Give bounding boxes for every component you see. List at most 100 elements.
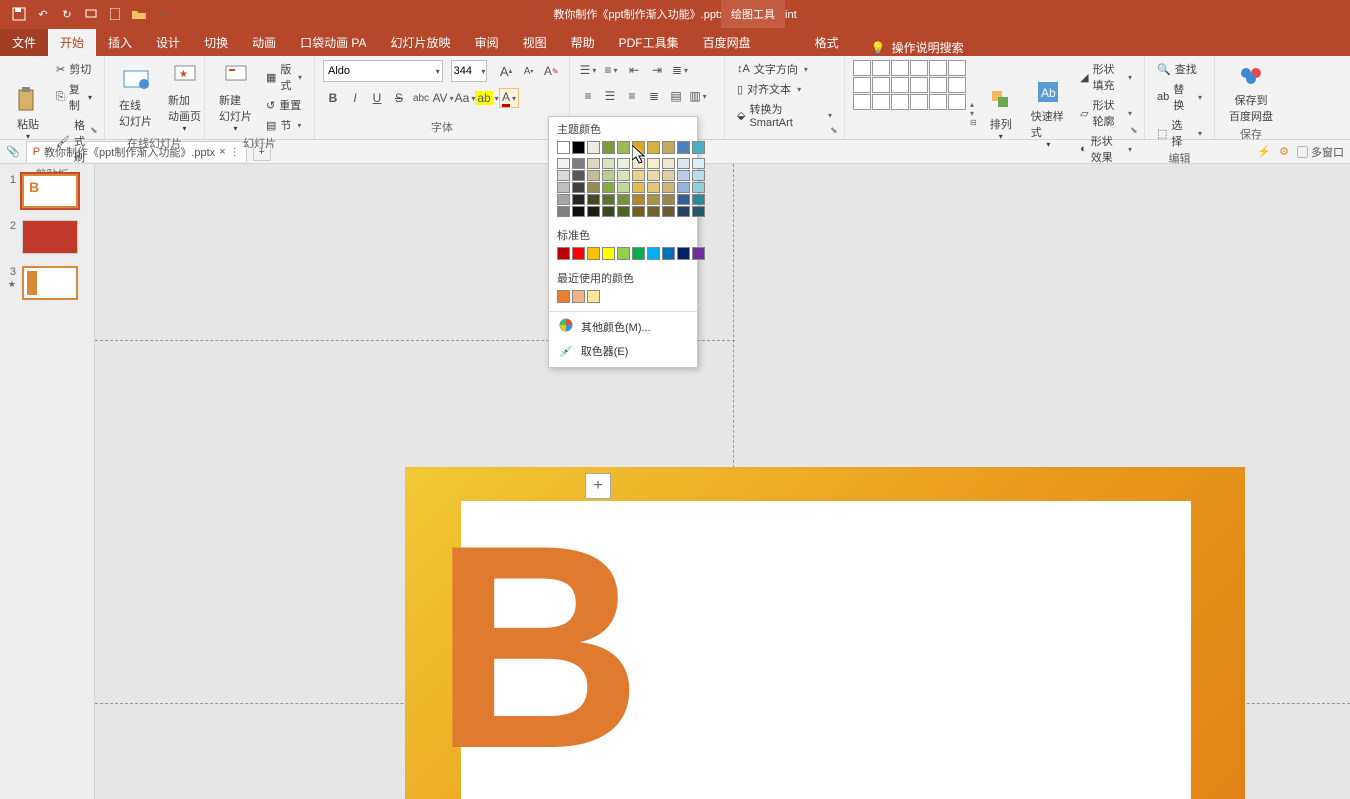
color-swatch[interactable] — [662, 158, 675, 169]
char-spacing-button[interactable]: AV — [433, 88, 453, 108]
clear-formatting-icon[interactable]: A✎ — [541, 61, 561, 81]
shapes-gallery[interactable] — [853, 60, 966, 166]
tab-baidu[interactable]: 百度网盘 — [691, 29, 763, 56]
color-swatch[interactable] — [557, 194, 570, 205]
shapes-scroll-down[interactable]: ▾ — [970, 109, 977, 118]
increase-indent-button[interactable]: ⇥ — [647, 60, 667, 80]
drawing-launcher[interactable]: ⬊ — [1130, 125, 1142, 137]
color-swatch[interactable] — [602, 170, 615, 181]
color-swatch[interactable] — [587, 290, 600, 303]
color-swatch[interactable] — [602, 206, 615, 217]
section-button[interactable]: ▤节 — [262, 116, 306, 134]
line-spacing-button[interactable]: ≣ — [670, 60, 690, 80]
color-swatch[interactable] — [587, 206, 600, 217]
color-swatch[interactable] — [572, 182, 585, 193]
color-swatch[interactable] — [617, 206, 630, 217]
tab-format[interactable]: 格式 — [803, 29, 851, 56]
color-swatch[interactable] — [617, 194, 630, 205]
font-size-dropdown-icon[interactable]: ▾ — [474, 61, 494, 81]
color-swatch[interactable] — [677, 247, 690, 260]
align-right-button[interactable]: ≡ — [622, 86, 642, 106]
strikethrough-button[interactable]: S — [389, 88, 409, 108]
shape-effects-button[interactable]: ◐形状效果 — [1076, 132, 1136, 166]
color-swatch[interactable] — [572, 194, 585, 205]
paragraph-launcher[interactable]: ⬊ — [830, 125, 842, 137]
gear-icon[interactable]: ⚙ — [1279, 145, 1289, 158]
color-swatch[interactable] — [557, 182, 570, 193]
color-swatch[interactable] — [617, 182, 630, 193]
color-swatch[interactable] — [692, 158, 705, 169]
tab-home[interactable]: 开始 — [48, 29, 96, 56]
multi-window-button[interactable]: ▢ 多窗口 — [1297, 144, 1344, 160]
color-swatch[interactable] — [662, 247, 675, 260]
color-swatch[interactable] — [572, 206, 585, 217]
replace-button[interactable]: ab替换 — [1153, 80, 1206, 114]
lightning-icon[interactable]: ⚡ — [1257, 145, 1271, 158]
tab-view[interactable]: 视图 — [511, 29, 559, 56]
color-swatch[interactable] — [692, 247, 705, 260]
justify-button[interactable]: ≣ — [644, 86, 664, 106]
decrease-indent-button[interactable]: ⇤ — [624, 60, 644, 80]
quick-styles-button[interactable]: Ab 快速样式▾ — [1025, 60, 1072, 166]
text-direction-button[interactable]: ↕A文字方向 — [733, 60, 836, 78]
color-swatch[interactable] — [677, 141, 690, 154]
color-swatch[interactable] — [617, 141, 630, 154]
arrange-button[interactable]: 排列▾ — [981, 60, 1021, 166]
color-swatch[interactable] — [557, 247, 570, 260]
thumbnail-3[interactable]: 3★ — [6, 266, 88, 300]
font-name-input[interactable] — [323, 60, 443, 82]
tab-review[interactable]: 审阅 — [463, 29, 511, 56]
open-file-icon[interactable] — [130, 5, 148, 23]
change-case-button[interactable]: Aa — [455, 88, 475, 108]
color-swatch[interactable] — [677, 194, 690, 205]
color-swatch[interactable] — [557, 290, 570, 303]
color-swatch[interactable] — [662, 182, 675, 193]
color-swatch[interactable] — [647, 247, 660, 260]
color-swatch[interactable] — [692, 194, 705, 205]
reset-button[interactable]: ↺重置 — [262, 96, 306, 114]
color-swatch[interactable] — [632, 141, 645, 154]
text-letter[interactable]: B — [433, 539, 642, 757]
eyedropper-button[interactable]: 💉 取色器(E) — [549, 339, 697, 363]
color-swatch[interactable] — [647, 206, 660, 217]
color-swatch[interactable] — [647, 182, 660, 193]
color-swatch[interactable] — [557, 158, 570, 169]
color-swatch[interactable] — [587, 141, 600, 154]
color-swatch[interactable] — [632, 158, 645, 169]
color-swatch[interactable] — [587, 158, 600, 169]
color-swatch[interactable] — [557, 141, 570, 154]
bold-button[interactable]: B — [323, 88, 343, 108]
italic-button[interactable]: I — [345, 88, 365, 108]
color-swatch[interactable] — [632, 247, 645, 260]
shapes-more[interactable]: ⊟ — [970, 118, 977, 127]
tab-pocket-anim[interactable]: 口袋动画 PA — [288, 29, 378, 56]
color-swatch[interactable] — [632, 182, 645, 193]
align-text-button[interactable]: ▯对齐文本 — [733, 80, 836, 98]
color-swatch[interactable] — [677, 206, 690, 217]
color-swatch[interactable] — [572, 158, 585, 169]
decrease-font-icon[interactable]: A▾ — [519, 61, 539, 81]
align-center-button[interactable]: ☰ — [600, 86, 620, 106]
copy-button[interactable]: ⎘复制▾ — [52, 80, 96, 114]
underline-button[interactable]: U — [367, 88, 387, 108]
redo-icon[interactable]: ↻ — [58, 5, 76, 23]
start-slideshow-icon[interactable] — [82, 5, 100, 23]
clipboard-launcher[interactable]: ⬊ — [90, 125, 102, 137]
qat-customize-icon[interactable] — [154, 5, 172, 23]
color-swatch[interactable] — [587, 182, 600, 193]
color-swatch[interactable] — [662, 170, 675, 181]
bullets-button[interactable]: ☰ — [578, 60, 598, 80]
undo-icon[interactable]: ↶ — [34, 5, 52, 23]
color-swatch[interactable] — [617, 158, 630, 169]
slide-canvas[interactable]: B + — [95, 164, 1350, 799]
highlight-button[interactable]: ab — [477, 88, 497, 108]
color-swatch[interactable] — [602, 141, 615, 154]
format-painter-button[interactable]: 🖌格式刷 — [52, 116, 96, 166]
tab-help[interactable]: 帮助 — [559, 29, 607, 56]
color-swatch[interactable] — [602, 158, 615, 169]
slide[interactable]: B + — [405, 467, 1245, 799]
color-swatch[interactable] — [692, 141, 705, 154]
color-swatch[interactable] — [647, 194, 660, 205]
tab-animation[interactable]: 动画 — [240, 29, 288, 56]
color-swatch[interactable] — [557, 206, 570, 217]
